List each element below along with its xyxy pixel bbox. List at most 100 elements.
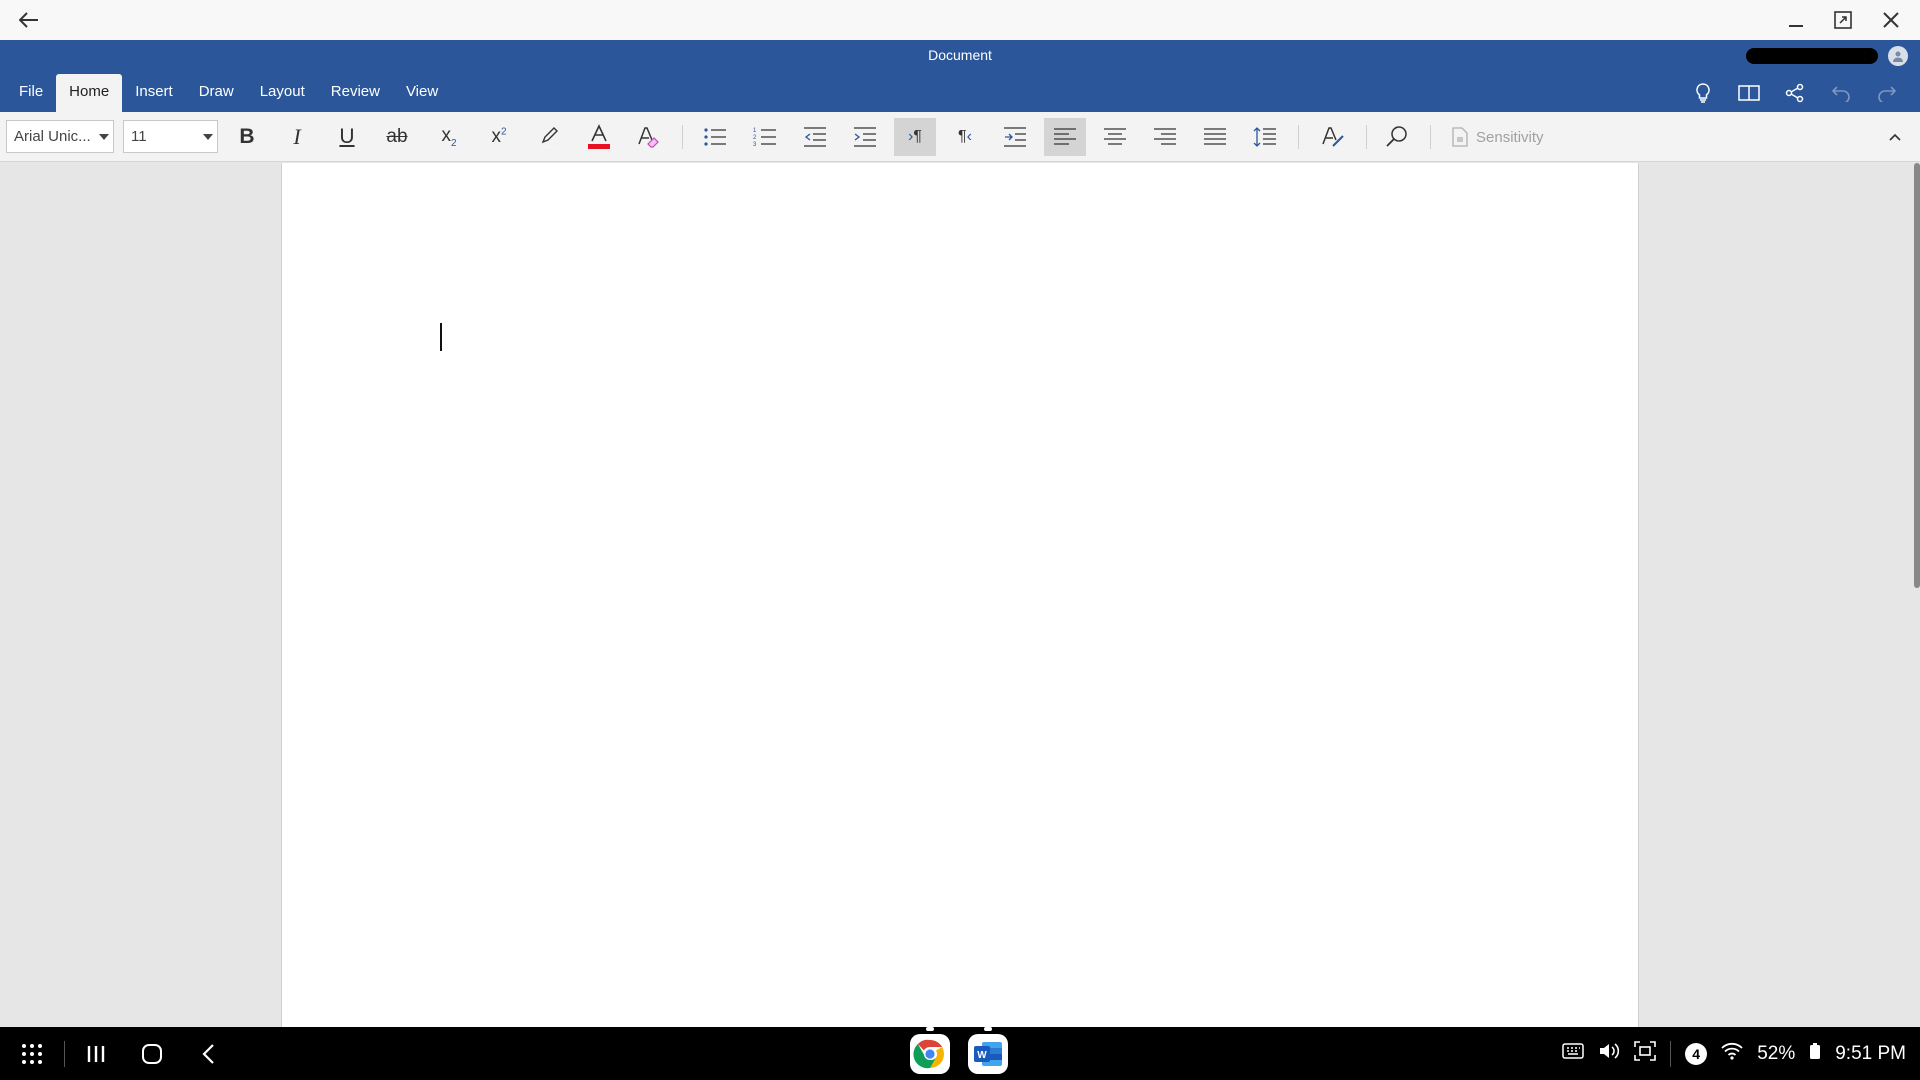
notification-count-badge[interactable]: 4 [1685, 1042, 1708, 1065]
highlight-button[interactable] [528, 118, 570, 156]
volume-icon[interactable] [1598, 1041, 1620, 1067]
recent-apps-icon[interactable] [78, 1037, 114, 1071]
strikethrough-icon: ab [386, 126, 408, 147]
align-right-icon [1154, 128, 1176, 145]
font-color-icon [588, 124, 610, 149]
decrease-indent-button[interactable] [794, 118, 836, 156]
increase-indent-button[interactable] [844, 118, 886, 156]
account-name-redacted[interactable] [1746, 48, 1878, 64]
tab-layout[interactable]: Layout [247, 74, 318, 112]
reading-view-icon[interactable] [1726, 78, 1772, 108]
screen-capture-icon[interactable] [1634, 1040, 1657, 1067]
back-arrow-icon[interactable] [14, 6, 44, 34]
line-spacing-button[interactable] [1244, 118, 1286, 156]
taskbar-divider [64, 1041, 65, 1067]
back-nav-icon[interactable] [190, 1037, 226, 1071]
italic-button[interactable]: I [276, 118, 318, 156]
clear-formatting-button[interactable] [628, 118, 670, 156]
chevron-down-icon [203, 134, 213, 140]
tab-view[interactable]: View [393, 74, 451, 112]
align-center-button[interactable] [1094, 118, 1136, 156]
sensitivity-icon [1452, 127, 1468, 147]
superscript-icon: x2 [491, 126, 507, 147]
restore-icon[interactable] [1823, 4, 1863, 36]
wifi-icon [1721, 1042, 1743, 1066]
redo-icon[interactable] [1864, 78, 1910, 108]
keyboard-icon[interactable] [1562, 1042, 1584, 1065]
find-button[interactable] [1376, 118, 1418, 156]
lightbulb-icon[interactable] [1680, 78, 1726, 108]
ltr-paragraph-button[interactable]: ›¶ [894, 118, 936, 156]
status-area: 4 52% 9:51 PM [1562, 1027, 1906, 1080]
italic-icon: I [293, 124, 301, 149]
align-left-button[interactable] [1044, 118, 1086, 156]
font-size-value: 11 [131, 128, 147, 145]
align-right-button[interactable] [1144, 118, 1186, 156]
numbered-list-icon: 123 [753, 128, 776, 148]
styles-icon [1322, 127, 1344, 147]
subscript-button[interactable]: x2 [428, 118, 470, 156]
highlighter-icon [540, 127, 558, 149]
tab-insert[interactable]: Insert [122, 74, 186, 112]
align-left-icon [1054, 128, 1076, 145]
strikethrough-button[interactable]: ab [376, 118, 418, 156]
tab-file[interactable]: File [6, 74, 56, 112]
vertical-scrollbar[interactable] [1914, 163, 1920, 588]
tab-home[interactable]: Home [56, 74, 123, 112]
styles-button[interactable] [1312, 118, 1354, 156]
svg-text:W: W [977, 1050, 987, 1061]
collapse-ribbon-icon[interactable] [1884, 126, 1906, 148]
chrome-app-icon[interactable] [908, 1027, 952, 1076]
align-center-icon [1104, 128, 1126, 145]
system-taskbar: W 4 52% 9:51 PM [0, 1027, 1920, 1080]
minimize-icon[interactable] [1776, 4, 1816, 36]
superscript-button[interactable]: x2 [478, 118, 520, 156]
increase-indent-icon [854, 127, 876, 147]
rtl-paragraph-button[interactable]: ¶‹ [944, 118, 986, 156]
ribbon-divider [1366, 125, 1367, 149]
battery-icon [1809, 1042, 1821, 1066]
justify-button[interactable] [1194, 118, 1236, 156]
bold-icon: B [239, 125, 255, 148]
battery-percent: 52% [1757, 1042, 1796, 1064]
decrease-indent-icon [804, 127, 826, 147]
apps-grid-icon[interactable] [14, 1037, 50, 1071]
app-header: Document File Home Insert Draw Layout Re… [0, 40, 1920, 112]
bold-button[interactable]: B [226, 118, 268, 156]
tab-draw[interactable]: Draw [186, 74, 247, 112]
undo-icon[interactable] [1818, 78, 1864, 108]
home-icon[interactable] [134, 1037, 170, 1071]
font-color-button[interactable] [578, 118, 620, 156]
font-size-dropdown[interactable]: 11 [123, 120, 218, 153]
ribbon-tabs: File Home Insert Draw Layout Review View [6, 74, 451, 112]
bullets-button[interactable] [694, 118, 736, 156]
justify-icon [1204, 128, 1226, 145]
chevron-down-icon [99, 134, 109, 140]
document-page[interactable] [281, 163, 1639, 1027]
indent-options-icon [1004, 127, 1026, 147]
numbering-button[interactable]: 123 [744, 118, 786, 156]
svg-text:3: 3 [753, 142, 757, 148]
status-divider [1670, 1040, 1672, 1067]
text-cursor [440, 323, 442, 351]
underline-icon: U [339, 125, 355, 148]
word-app-icon[interactable]: W [966, 1027, 1010, 1076]
clock: 9:51 PM [1835, 1042, 1906, 1064]
clear-formatting-icon [638, 127, 659, 148]
home-ribbon: Arial Unic... 11 B I U ab x2 x2 123 ›¶ ¶… [0, 112, 1920, 162]
left-to-right-icon: ›¶ [908, 128, 922, 145]
close-icon[interactable] [1871, 4, 1911, 36]
underline-button[interactable]: U [326, 118, 368, 156]
account-avatar-icon[interactable] [1888, 46, 1908, 66]
document-title[interactable]: Document [0, 47, 1920, 63]
document-canvas [0, 163, 1920, 1027]
search-icon [1386, 126, 1407, 147]
sensitivity-button[interactable]: Sensitivity [1452, 118, 1544, 156]
share-icon[interactable] [1772, 78, 1818, 108]
tab-review[interactable]: Review [318, 74, 393, 112]
font-name-value: Arial Unic... [14, 128, 91, 145]
font-name-dropdown[interactable]: Arial Unic... [6, 120, 114, 153]
indent-options-button[interactable] [994, 118, 1036, 156]
bullet-list-icon [704, 128, 726, 146]
svg-text:1: 1 [753, 128, 757, 134]
